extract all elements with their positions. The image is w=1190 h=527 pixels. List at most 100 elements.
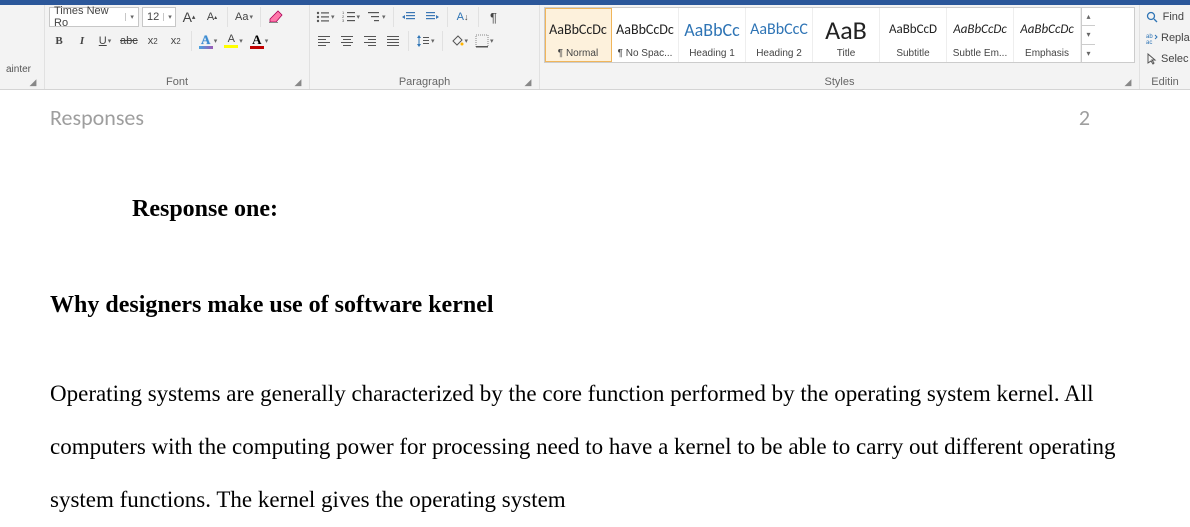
style-item[interactable]: AaBbCcDcEmphasis (1014, 8, 1081, 62)
bullets-icon (316, 10, 330, 24)
shrink-font-button[interactable]: A▴ (202, 7, 222, 27)
paint-bucket-icon (450, 34, 464, 48)
superscript-button[interactable]: x2 (166, 31, 186, 51)
show-paragraph-marks-button[interactable]: ¶ (484, 7, 504, 27)
style-item[interactable]: AaBbCcCHeading 2 (746, 8, 813, 62)
clipboard-group: ainter ◢ (0, 5, 45, 89)
separator (408, 31, 409, 51)
replace-icon: abac (1146, 32, 1158, 44)
editing-group: Find abac Repla Selec Editin (1140, 5, 1190, 89)
paragraph-group: ▾ 123 ▾ ▾ A↓ (310, 5, 540, 89)
style-name: Heading 1 (689, 48, 735, 59)
line-spacing-button[interactable]: ▾ (414, 31, 437, 51)
gallery-scroll-down[interactable]: ▾ (1082, 26, 1095, 44)
replace-button[interactable]: abac Repla (1144, 28, 1186, 48)
style-name: Subtle Em... (953, 48, 1007, 59)
svg-text:3: 3 (342, 18, 345, 23)
align-center-button[interactable] (337, 31, 357, 51)
numbering-icon: 123 (342, 10, 356, 24)
select-button[interactable]: Selec (1144, 49, 1186, 69)
bold-button[interactable]: B (49, 31, 69, 51)
style-preview: AaBbCcDc (549, 11, 607, 48)
separator (227, 7, 228, 27)
font-group: Times New Ro ▾ 12 ▾ A▴ A▴ Aa▾ B I (45, 5, 310, 89)
style-item[interactable]: AaBbCcDcSubtle Em... (947, 8, 1014, 62)
style-name: Subtitle (896, 48, 929, 59)
multilevel-icon (367, 10, 381, 24)
body-paragraph: Operating systems are generally characte… (50, 368, 1130, 527)
find-button[interactable]: Find (1144, 7, 1186, 27)
shading-button[interactable]: ▾ (448, 31, 471, 51)
strikethrough-button[interactable]: abc (118, 31, 140, 51)
paragraph-group-label: Paragraph (399, 76, 450, 88)
editing-group-label: Editin (1151, 76, 1179, 88)
style-name: Emphasis (1025, 48, 1069, 59)
grow-font-button[interactable]: A▴ (179, 7, 199, 27)
subheading: Why designers make use of software kerne… (50, 277, 1130, 335)
numbering-button[interactable]: 123 ▾ (340, 7, 363, 27)
styles-group-label: Styles (825, 76, 855, 88)
find-label: Find (1163, 11, 1184, 23)
outdent-icon (402, 10, 416, 24)
font-color-icon (250, 46, 264, 49)
eraser-icon (268, 9, 284, 25)
underline-button[interactable]: U▾ (95, 31, 115, 51)
header-page-number: 2 (1079, 104, 1090, 131)
style-name: ¶ Normal (558, 48, 598, 59)
style-item[interactable]: AaBbCcDc¶ Normal (545, 8, 612, 62)
font-group-label: Font (166, 76, 188, 88)
gallery-scroll-up[interactable]: ▴ (1082, 8, 1095, 26)
svg-text:ac: ac (1146, 40, 1152, 44)
style-item[interactable]: AaBbCcDc¶ No Spac... (612, 8, 679, 62)
bullets-button[interactable]: ▾ (314, 7, 337, 27)
separator (447, 7, 448, 27)
align-right-button[interactable] (360, 31, 380, 51)
line-spacing-icon (416, 34, 430, 48)
font-color-button[interactable]: A▾ (248, 31, 271, 51)
clear-formatting-button[interactable] (266, 7, 286, 27)
style-item[interactable]: AaBTitle (813, 8, 880, 62)
dialog-launcher-icon[interactable]: ◢ (523, 78, 533, 88)
font-size-combo[interactable]: 12 ▾ (142, 7, 176, 27)
separator (191, 31, 192, 51)
document-body[interactable]: Response one: Why designers make use of … (0, 131, 1190, 527)
dialog-launcher-icon[interactable]: ◢ (1123, 78, 1133, 88)
justify-button[interactable] (383, 31, 403, 51)
style-preview: AaBbCcDc (1020, 11, 1074, 48)
align-center-icon (341, 36, 353, 46)
chevron-down-icon: ▾ (125, 13, 138, 21)
indent-icon (425, 10, 439, 24)
style-preview: AaBbCcD (889, 11, 937, 48)
dialog-launcher-icon[interactable]: ◢ (28, 78, 38, 88)
gallery-more[interactable]: ▾ (1082, 45, 1095, 62)
styles-group: AaBbCcDc¶ NormalAaBbCcDc¶ No Spac...AaBb… (540, 5, 1140, 89)
highlight-button[interactable]: A▾ (222, 31, 245, 51)
font-size-value: 12 (143, 11, 163, 23)
font-name-combo[interactable]: Times New Ro ▾ (49, 7, 139, 27)
align-right-icon (364, 36, 376, 46)
style-item[interactable]: AaBbCcDSubtitle (880, 8, 947, 62)
align-left-icon (318, 36, 330, 46)
chevron-down-icon: ▾ (163, 13, 176, 21)
text-effects-button[interactable]: A▾ (197, 31, 220, 51)
sort-button[interactable]: A↓ (453, 7, 473, 27)
separator (393, 7, 394, 27)
decrease-indent-button[interactable] (399, 7, 419, 27)
styles-gallery: AaBbCcDc¶ NormalAaBbCcDc¶ No Spac...AaBb… (544, 7, 1135, 63)
italic-button[interactable]: I (72, 31, 92, 51)
multilevel-list-button[interactable]: ▾ (365, 7, 388, 27)
search-icon (1146, 11, 1160, 23)
style-preview: AaBbCcC (750, 11, 808, 48)
change-case-button[interactable]: Aa▾ (233, 7, 255, 27)
style-preview: AaBbCc (684, 11, 740, 48)
style-item[interactable]: AaBbCcHeading 1 (679, 8, 746, 62)
align-left-button[interactable] (314, 31, 334, 51)
subscript-button[interactable]: x2 (143, 31, 163, 51)
increase-indent-button[interactable] (422, 7, 442, 27)
header-left: Responses (50, 104, 144, 131)
borders-button[interactable]: ▾ (473, 31, 496, 51)
justify-icon (387, 36, 399, 46)
document-area[interactable]: Responses 2 Response one: Why designers … (0, 90, 1190, 527)
dialog-launcher-icon[interactable]: ◢ (293, 78, 303, 88)
style-name: ¶ No Spac... (618, 48, 673, 59)
